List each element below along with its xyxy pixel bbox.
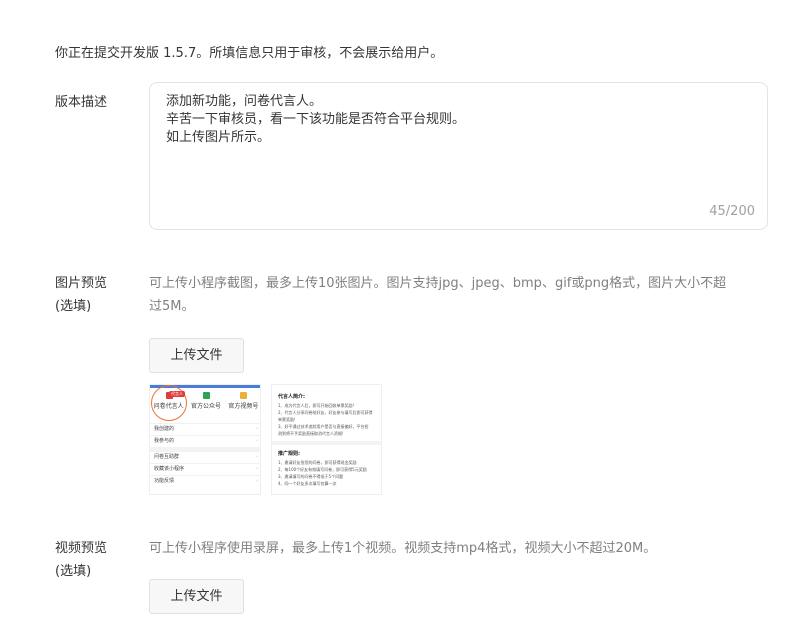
video-preview-label: 视频预览 (选填) (55, 537, 107, 583)
thumb-text-line: 2、代言人分享问卷给好友，好友参与填写后即可获得 (278, 410, 373, 415)
thumb-text-line: 3、好平通过技术追踪用户是否与直接偏好，平台检 (278, 424, 369, 429)
image-tip-line1: 可上传小程序截图，最多上传10张图片。图片支持jpg、jpeg、bmp、gif或… (149, 276, 727, 291)
list-item: 收藏该小程序 › (150, 463, 260, 475)
chevron-right-icon: › (256, 426, 258, 432)
thumb-text-line: 1、邀请好友答您的问卷，即可获得现金奖励 (278, 460, 357, 465)
thumb-text-line: 4、同一个好友多次填写仅算一次 (278, 481, 337, 486)
image-upload-button[interactable]: 上传文件 (149, 338, 244, 373)
description-text[interactable]: 添加新功能，问卷代言人。 辛苦一下审核员，看一下该功能是否符合平台规则。 如上传… (166, 93, 465, 147)
thumb-text-line: 测到将不予奖励直接取消代言人资格! (278, 431, 344, 436)
description-label: 版本描述 (55, 95, 108, 110)
grid-cell: 官方视频号 (225, 389, 260, 421)
list-item: 问卷互助群 › (150, 451, 260, 463)
list-item-label: 我参与的 (154, 438, 175, 444)
grid-cell-label: 官方视频号 (228, 403, 259, 410)
video-upload-button[interactable]: 上传文件 (149, 579, 244, 614)
list-item-label: 问卷互助群 (154, 454, 180, 460)
list-item-label: 功能反馈 (154, 478, 175, 484)
video-preview-label-title: 视频预览 (55, 541, 108, 556)
list-item-label: 我创建的 (154, 426, 175, 432)
image-preview-label-title: 图片预览 (55, 276, 108, 291)
uploaded-image-thumbnail[interactable]: 问卷代言人 官方公众号 官方视频号 代言人 我创建的 › 我参与的 › 问卷互助群 ›… (149, 384, 261, 495)
video-preview-tip: 可上传小程序使用录屏，最多上传1个视频。视频支持mp4格式，视频大小不超过20M… (149, 541, 657, 556)
image-preview-label: 图片预览 (选填) (55, 272, 107, 318)
submission-notice: 你正在提交开发版 1.5.7。所填信息只用于审核，不会展示给用户。 (55, 46, 444, 61)
wechat-account-icon (202, 392, 210, 399)
image-tip-line2: 过5M。 (149, 299, 195, 314)
grid-cell: 官方公众号 (187, 389, 224, 421)
thumb-section-title: 推广规则: (278, 451, 300, 457)
description-textarea[interactable]: 添加新功能，问卷代言人。 辛苦一下审核员，看一下该功能是否符合平台规则。 如上传… (149, 82, 768, 230)
char-counter: 45/200 (709, 204, 755, 219)
video-account-icon (240, 392, 248, 399)
image-preview-label-optional: (选填) (55, 299, 92, 314)
chevron-right-icon: › (256, 466, 258, 472)
list-item: 功能反馈 › (150, 475, 260, 487)
thumb-text-line: 3、邀请填写的问卷不得低于5个问题 (278, 474, 344, 479)
chevron-right-icon: › (256, 438, 258, 444)
list-item-label: 收藏该小程序 (154, 466, 185, 472)
video-preview-label-optional: (选填) (55, 564, 92, 579)
thumb-menu-list: 我创建的 › 我参与的 › 问卷互助群 › 收藏该小程序 › 功能反馈 › (150, 423, 260, 487)
thumb-section-title: 代言人简介: (278, 394, 306, 400)
thumb-text-line: 2、每100个好友有效填写问卷，即可获得5元奖励 (278, 467, 367, 472)
list-item: 我参与的 › (150, 435, 260, 447)
chevron-right-icon: › (256, 454, 258, 460)
thumb-text-line: 单票奖励! (278, 417, 296, 422)
grid-cell-label: 官方公众号 (190, 403, 221, 410)
image-preview-tip: 可上传小程序截图，最多上传10张图片。图片支持jpg、jpeg、bmp、gif或… (149, 272, 726, 318)
list-item: 我创建的 › (150, 423, 260, 435)
chevron-right-icon: › (256, 478, 258, 484)
uploaded-image-thumbnail[interactable]: 代言人简介: 1、成为代言人后，即可开始回收单票奖励! 2、代言人分享问卷给好友… (271, 384, 382, 495)
spokesperson-badge: 代言人 (169, 391, 185, 397)
thumb-text-line: 1、成为代言人后，即可开始回收单票奖励! (278, 403, 355, 408)
thumb-divider (272, 441, 381, 445)
